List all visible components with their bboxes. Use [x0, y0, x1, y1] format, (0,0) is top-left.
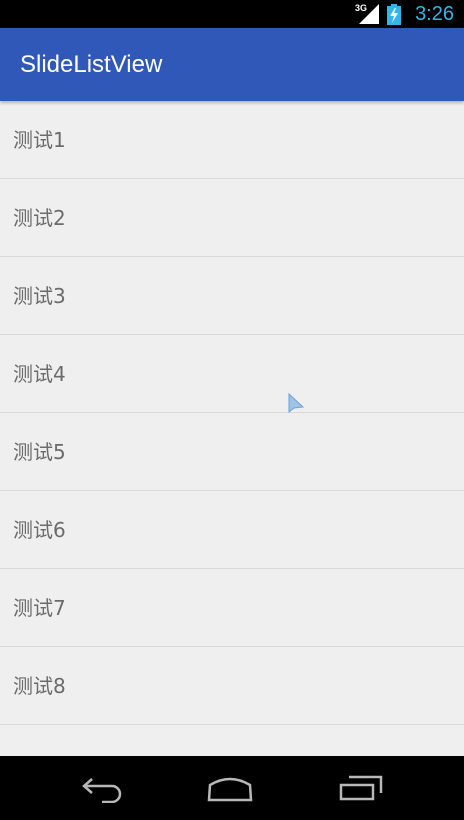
status-clock: 3:26 [415, 3, 454, 25]
list-item-label: 测试2 [13, 206, 66, 230]
list-item[interactable]: 测试6 [0, 491, 464, 569]
recent-apps-button[interactable] [330, 770, 390, 806]
list-item[interactable]: 测试2 [0, 179, 464, 257]
home-button[interactable] [200, 770, 260, 806]
back-icon [82, 778, 122, 803]
list-item[interactable]: 测试5 [0, 413, 464, 491]
list-item-label: 测试3 [13, 284, 66, 308]
list-item[interactable]: 测试1 [0, 101, 464, 179]
navigation-bar [0, 756, 464, 820]
app-title: SlideListView [20, 51, 163, 78]
battery-charging-icon [387, 4, 401, 25]
list-item[interactable]: 测试3 [0, 257, 464, 335]
list-item-label: 测试1 [13, 128, 66, 152]
list-item-label: 测试6 [13, 518, 66, 542]
list-item-label: 测试7 [13, 596, 66, 620]
list-item-label: 测试4 [13, 362, 66, 386]
list-item-label: 测试5 [13, 440, 66, 464]
recent-apps-icon [339, 775, 383, 801]
phone-screen: 3G 3:26 SlideListView 测试1 测试2 测试3 测试4 测试… [0, 0, 464, 820]
home-icon [207, 777, 253, 802]
list-item-label: 测试8 [13, 674, 66, 698]
list-item[interactable] [0, 725, 464, 756]
list-item[interactable]: 测试8 [0, 647, 464, 725]
pointer-cursor-icon [288, 392, 305, 414]
slide-list[interactable]: 测试1 测试2 测试3 测试4 测试5 测试6 测试7 测试8 [0, 101, 464, 756]
list-item[interactable]: 测试7 [0, 569, 464, 647]
status-bar: 3G 3:26 [0, 0, 464, 28]
app-bar: SlideListView [0, 28, 464, 101]
list-item[interactable]: 测试4 [0, 335, 464, 413]
signal-strength-icon [359, 4, 379, 24]
back-button[interactable] [72, 770, 132, 806]
